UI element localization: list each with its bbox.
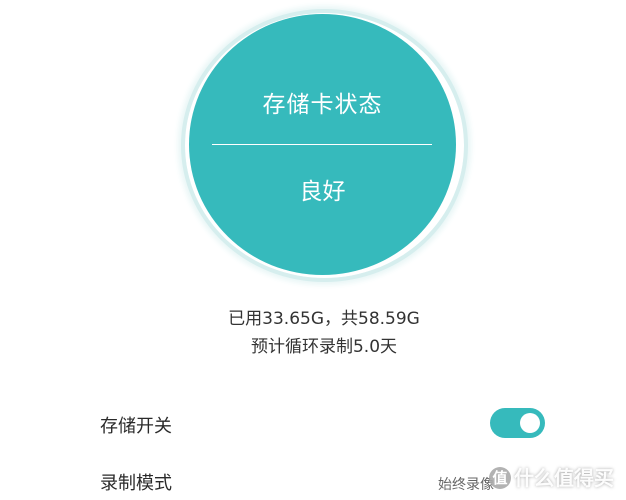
storage-usage-text: 已用33.65G，共58.59G [228,309,420,329]
toggle-knob [520,413,540,433]
record-mode-value[interactable]: 始终录像 [438,474,494,494]
watermark-badge-icon: 值 [489,467,511,489]
status-divider [212,144,432,145]
storage-status-title: 存储卡状态 [262,92,383,118]
record-mode-label: 录制模式 [100,473,172,494]
watermark-text: 什么值得买 [514,466,614,490]
storage-switch-label: 存储开关 [100,416,172,437]
storage-switch-toggle[interactable] [490,408,545,438]
recording-estimate-text: 预计循环录制5.0天 [250,337,398,357]
storage-status-value: 良好 [299,179,346,205]
watermark-logo: 值什么值得买 [489,462,614,491]
